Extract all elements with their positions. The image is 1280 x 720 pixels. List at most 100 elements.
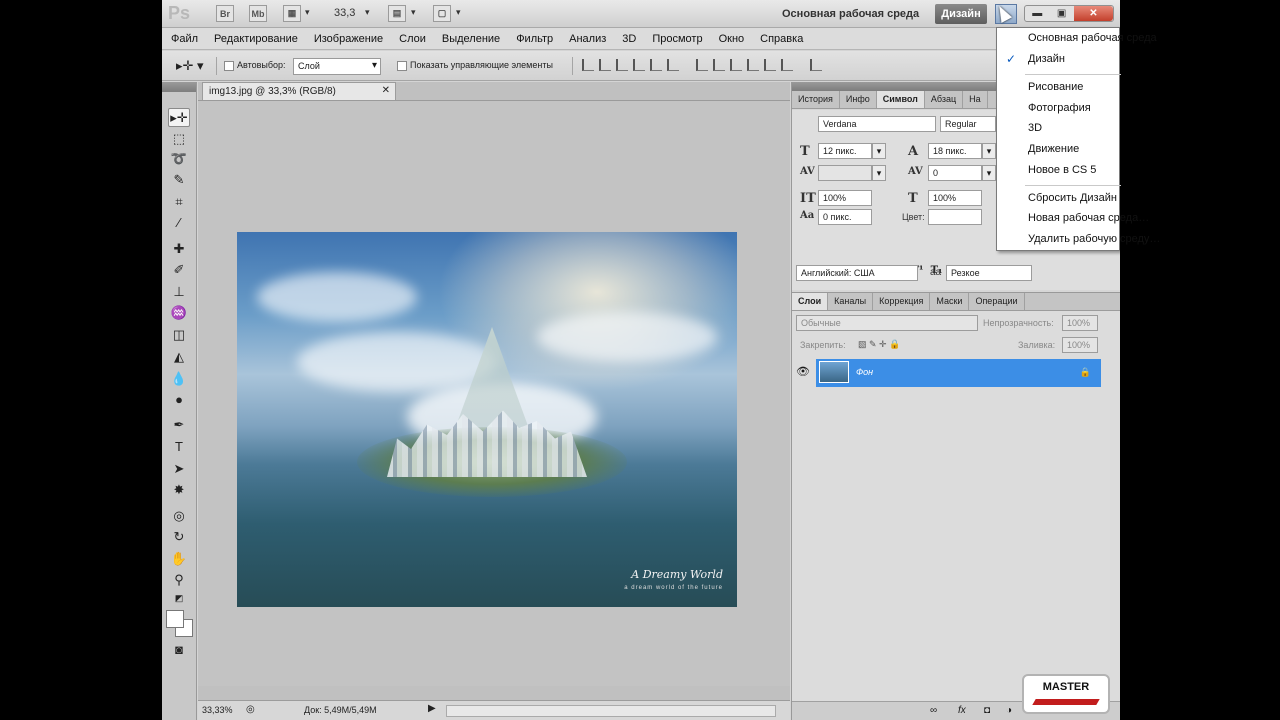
zoom-level[interactable]: 33,3	[334, 7, 355, 19]
kerning-field[interactable]	[818, 165, 872, 181]
menu-select[interactable]: Выделение	[442, 33, 500, 45]
menu-analysis[interactable]: Анализ	[569, 33, 606, 45]
fill-field[interactable]: 100%	[1062, 337, 1098, 353]
align-hcenter-icon[interactable]	[650, 59, 662, 71]
tab-info[interactable]: Инфо	[840, 91, 877, 108]
document-tab[interactable]: img13.jpg @ 33,3% (RGB/8) ✕	[202, 82, 396, 100]
menu-view[interactable]: Просмотр	[652, 33, 702, 45]
menu-3d[interactable]: 3D	[622, 33, 636, 45]
status-zoom[interactable]: 33,33%	[202, 705, 233, 715]
link-layers-icon[interactable]: ∞	[930, 705, 937, 716]
move-tool-preset-icon[interactable]: ▸✛ ▾	[176, 58, 204, 74]
chevron-down-icon[interactable]: ▾	[982, 165, 996, 181]
workspace-design-button[interactable]: Дизайн	[935, 4, 987, 24]
dodge-tool-icon[interactable]: ●	[168, 390, 190, 409]
align-right-icon[interactable]	[667, 59, 679, 71]
adjustment-layer-icon[interactable]: ◑	[1006, 705, 1012, 716]
tab-masks[interactable]: Маски	[930, 293, 970, 310]
menu-item-painting[interactable]: Рисование	[1028, 81, 1083, 93]
close-icon[interactable]: ✕	[382, 85, 390, 96]
workspace-essentials[interactable]: Основная рабочая среда	[782, 8, 919, 20]
menu-item-motion[interactable]: Движение	[1028, 143, 1079, 155]
horizontal-scrollbar[interactable]	[446, 705, 776, 717]
chevron-down-icon[interactable]: ▾	[982, 143, 996, 159]
lock-icons[interactable]: ▧ ✎ ✛ 🔒	[858, 339, 900, 350]
mini-bridge-button[interactable]: Mb	[249, 5, 267, 22]
eyedropper-tool-icon[interactable]: ⁄	[168, 213, 190, 232]
tab-adjustments[interactable]: Коррекция	[873, 293, 931, 310]
antialias-select[interactable]: Резкое	[946, 265, 1032, 281]
chevron-down-icon[interactable]: ▾	[872, 143, 886, 159]
menu-window[interactable]: Окно	[719, 33, 745, 45]
move-tool-icon[interactable]: ▸✛	[168, 108, 190, 127]
tab-character[interactable]: Символ	[876, 91, 925, 108]
auto-align-icon[interactable]	[810, 59, 822, 71]
autoselect-dropdown[interactable]: Слой	[293, 58, 381, 75]
menu-item-photography[interactable]: Фотография	[1028, 102, 1091, 114]
chevron-down-icon[interactable]: ▾	[365, 7, 370, 18]
language-select[interactable]: Английский: США	[796, 265, 918, 281]
default-colors-icon[interactable]: ◩	[168, 589, 190, 608]
restore-icon[interactable]: ▣	[1049, 6, 1073, 21]
history-brush-icon[interactable]: ♒	[168, 303, 190, 322]
layer-name[interactable]: Фон	[856, 367, 873, 377]
font-size-field[interactable]: 12 пикс.	[818, 143, 872, 159]
screen-mode-icon[interactable]: ▢	[433, 5, 451, 22]
chevron-down-icon[interactable]: ▾	[305, 7, 310, 18]
path-selection-icon[interactable]: ➤	[168, 459, 190, 478]
tab-history[interactable]: История	[792, 91, 840, 108]
menu-item-new-workspace[interactable]: Новая рабочая среда…	[1028, 212, 1149, 224]
foreground-color-swatch[interactable]	[166, 610, 184, 628]
horizontal-scale-field[interactable]: 100%	[928, 190, 982, 206]
menu-item-design[interactable]: Дизайн	[1028, 53, 1065, 65]
autoselect-checkbox[interactable]	[224, 61, 234, 71]
shape-tool-icon[interactable]: ✸	[168, 480, 190, 499]
text-color-swatch[interactable]	[928, 209, 982, 225]
extras-icon[interactable]: ▦	[283, 5, 301, 22]
canvas-background[interactable]: A Dreamy World a dream world of the futu…	[198, 100, 790, 686]
distribute-left-icon[interactable]	[747, 59, 759, 71]
zoom-tool-icon[interactable]: ⚲	[168, 570, 190, 589]
menu-item-reset-design[interactable]: Сбросить Дизайн	[1028, 192, 1117, 204]
menu-item-essentials[interactable]: Основная рабочая среда	[1028, 32, 1157, 44]
paint-bucket-icon[interactable]: ◭	[168, 347, 190, 366]
font-style-select[interactable]: Regular	[940, 116, 996, 132]
menu-edit[interactable]: Редактирование	[214, 33, 298, 45]
distribute-top-icon[interactable]	[696, 59, 708, 71]
bridge-button[interactable]: Br	[216, 5, 234, 22]
healing-brush-icon[interactable]: ✚	[168, 239, 190, 258]
eraser-tool-icon[interactable]: ◫	[168, 325, 190, 344]
menu-image[interactable]: Изображение	[314, 33, 383, 45]
type-tool-icon[interactable]: T	[168, 437, 190, 456]
add-mask-icon[interactable]: ◘	[984, 705, 990, 716]
align-bottom-icon[interactable]	[616, 59, 628, 71]
menu-file[interactable]: Файл	[171, 33, 198, 45]
tab-layers[interactable]: Слои	[792, 293, 829, 310]
align-vcenter-icon[interactable]	[599, 59, 611, 71]
layer-row[interactable]: Фон 🔒	[816, 359, 1101, 387]
quick-selection-icon[interactable]: ✎	[168, 170, 190, 189]
vertical-scale-field[interactable]: 100%	[818, 190, 872, 206]
chevron-down-icon[interactable]: ▾	[411, 7, 416, 18]
leading-field[interactable]: 18 пикс.	[928, 143, 982, 159]
clone-stamp-icon[interactable]: ⊥	[168, 282, 190, 301]
toolbox-header[interactable]	[162, 82, 196, 92]
align-top-icon[interactable]	[582, 59, 594, 71]
chevron-down-icon[interactable]: ▾	[872, 165, 886, 181]
chevron-down-icon[interactable]: ▾	[456, 7, 461, 18]
menu-item-new-in-cs5[interactable]: Новое в CS 5	[1028, 164, 1096, 176]
status-menu-arrow-icon[interactable]: ▶	[428, 703, 436, 714]
close-icon[interactable]: ✕	[1073, 6, 1113, 21]
lasso-tool-icon[interactable]: ➰	[168, 149, 190, 168]
marquee-tool-icon[interactable]: ⬚	[168, 129, 190, 148]
minimize-icon[interactable]: ▬	[1025, 6, 1049, 21]
status-info-icon[interactable]: ◎	[246, 704, 255, 715]
distribute-vcenter-icon[interactable]	[713, 59, 725, 71]
document-image[interactable]: A Dreamy World a dream world of the futu…	[237, 232, 737, 607]
tab-navigator[interactable]: На	[963, 91, 988, 108]
tab-actions[interactable]: Операции	[969, 293, 1025, 310]
tab-paragraph[interactable]: Абзац	[925, 91, 964, 108]
brush-tool-icon[interactable]: ✐	[168, 260, 190, 279]
quick-mask-icon[interactable]: ◙	[168, 640, 190, 659]
distribute-bottom-icon[interactable]	[730, 59, 742, 71]
